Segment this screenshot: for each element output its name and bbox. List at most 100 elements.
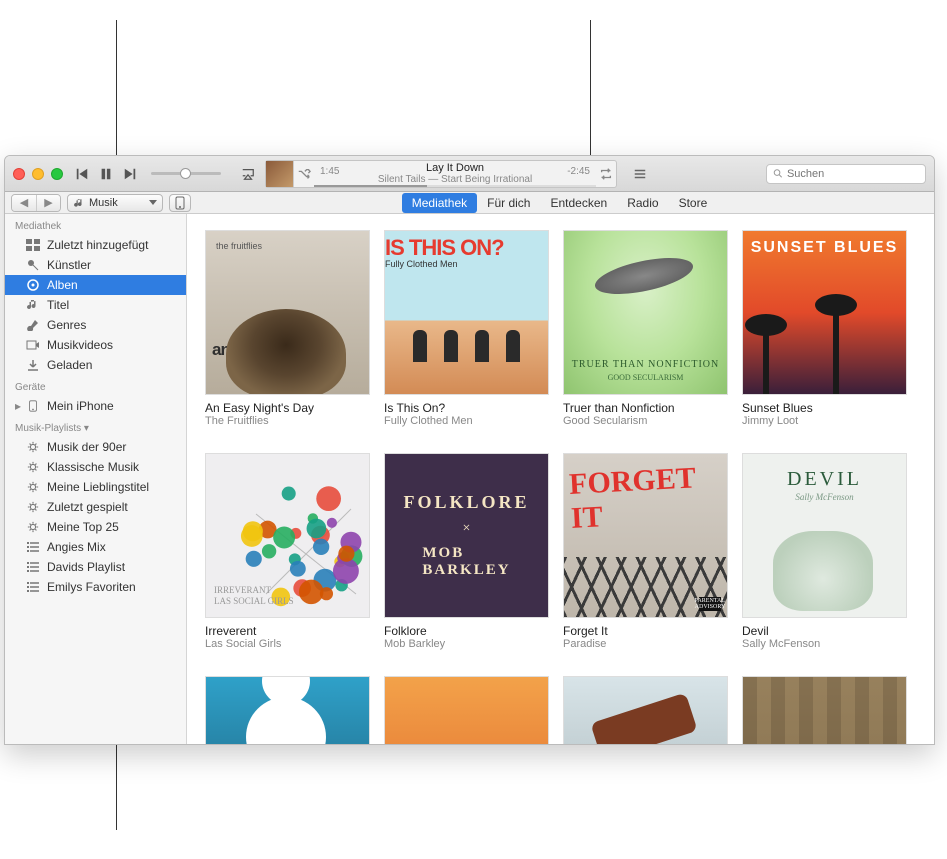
sidebar-item-musik-der-90er[interactable]: Musik der 90er xyxy=(5,437,186,457)
cover-text: the fruitflies xyxy=(216,241,262,251)
sidebar-item-label: Zuletzt hinzugefügt xyxy=(47,238,148,252)
sidebar-heading: Mediathek xyxy=(5,214,186,235)
sidebar-item-klassische-musik[interactable]: Klassische Musik xyxy=(5,457,186,477)
sidebar-item-k-nstler[interactable]: Künstler xyxy=(5,255,186,275)
album-cover[interactable]: SUNSET BLUES xyxy=(742,230,907,395)
device-button[interactable] xyxy=(169,194,191,212)
album-item[interactable] xyxy=(742,676,907,744)
album-cover[interactable]: FELT LIKE YESTERDAYscattered state xyxy=(384,676,549,744)
sidebar-item-meine-top-25[interactable]: Meine Top 25 xyxy=(5,517,186,537)
cover-text: FORGET IT xyxy=(568,460,722,536)
sidebar-item-label: Mein iPhone xyxy=(47,399,114,413)
cover-text: TRUER THAN NONFICTION xyxy=(564,359,727,370)
mic-icon xyxy=(26,259,40,271)
titlebar: 1:45 Lay It Down Silent Tails — Start Be… xyxy=(5,156,934,192)
pause-button[interactable] xyxy=(99,167,113,181)
album-cover[interactable]: TRUER THAN NONFICTIONGOOD SECULARISM xyxy=(563,230,728,395)
zoom-window-button[interactable] xyxy=(51,168,63,180)
album-item[interactable]: SUNSET BLUESSunset BluesJimmy Loot xyxy=(742,230,907,427)
airplay-icon[interactable] xyxy=(241,167,255,181)
scrubber[interactable] xyxy=(314,185,596,187)
sidebar-item-geladen[interactable]: Geladen xyxy=(5,355,186,375)
sidebar-item-angies-mix[interactable]: Angies Mix xyxy=(5,537,186,557)
cover-art xyxy=(592,251,696,301)
minimize-window-button[interactable] xyxy=(32,168,44,180)
album-cover[interactable] xyxy=(563,676,728,744)
sidebar-item-genres[interactable]: Genres xyxy=(5,315,186,335)
album-cover[interactable]: IRREVERANTLAS SOCIAL GIRLS xyxy=(205,453,370,618)
tab-entdecken[interactable]: Entdecken xyxy=(540,193,617,213)
sidebar-item-label: Musik der 90er xyxy=(47,440,126,454)
tab-für-dich[interactable]: Für dich xyxy=(477,193,540,213)
sidebar-item-label: Künstler xyxy=(47,258,91,272)
sidebar-item-davids-playlist[interactable]: Davids Playlist xyxy=(5,557,186,577)
sidebar-item-emilys-favoriten[interactable]: Emilys Favoriten xyxy=(5,577,186,597)
list-icon xyxy=(26,541,40,553)
sidebar-item-mein-iphone[interactable]: ▸ Mein iPhone xyxy=(5,396,186,416)
album-item[interactable]: FELT LIKE YESTERDAYscattered state xyxy=(384,676,549,744)
now-playing-display[interactable]: 1:45 Lay It Down Silent Tails — Start Be… xyxy=(265,160,617,188)
tab-radio[interactable]: Radio xyxy=(617,193,668,213)
sidebar-item-titel[interactable]: Titel xyxy=(5,295,186,315)
media-type-label: Musik xyxy=(89,197,118,209)
sidebar-item-label: Klassische Musik xyxy=(47,460,139,474)
album-cover[interactable]: HOLIDAY STANDARDS xyxy=(205,676,370,744)
sidebar-item-zuletzt-gespielt[interactable]: Zuletzt gespielt xyxy=(5,497,186,517)
sidebar-item-label: Meine Top 25 xyxy=(47,520,119,534)
album-item[interactable]: IS THIS ON?Fully Clothed MenIs This On?F… xyxy=(384,230,549,427)
album-cover[interactable]: DEVILSally McFenson xyxy=(742,453,907,618)
sidebar-item-zuletzt-hinzugef-gt[interactable]: Zuletzt hinzugefügt xyxy=(5,235,186,255)
album-artist: Sally McFenson xyxy=(742,638,907,650)
cover-text: × xyxy=(463,521,471,537)
volume-slider[interactable] xyxy=(151,172,221,175)
tab-mediathek[interactable]: Mediathek xyxy=(402,193,477,213)
nav-back-button[interactable]: ◀ xyxy=(12,195,36,211)
sidebar-item-musikvideos[interactable]: Musikvideos xyxy=(5,335,186,355)
queue-icon[interactable] xyxy=(633,167,647,181)
next-track-button[interactable] xyxy=(123,167,137,181)
album-item[interactable]: the fruitfliesaneasynight'sdayAn Easy Ni… xyxy=(205,230,370,427)
album-item[interactable]: FOLKLORE×MOB BARKLEYFolkloreMob Barkley xyxy=(384,453,549,650)
album-item[interactable]: FORGET ITPARENTAL ADVISORYForget ItParad… xyxy=(563,453,728,650)
now-playing-info: 1:45 Lay It Down Silent Tails — Start Be… xyxy=(314,161,596,187)
previous-track-button[interactable] xyxy=(75,167,89,181)
repeat-icon[interactable] xyxy=(596,161,616,187)
album-item[interactable]: DEVILSally McFensonDevilSally McFenson xyxy=(742,453,907,650)
gear-icon xyxy=(26,481,40,493)
now-playing-title: Lay It Down xyxy=(426,162,484,174)
album-cover[interactable]: the fruitfliesaneasynight'sday xyxy=(205,230,370,395)
album-item[interactable]: TRUER THAN NONFICTIONGOOD SECULARISMTrue… xyxy=(563,230,728,427)
sidebar-heading[interactable]: Musik-Playlists ▾ xyxy=(5,416,186,437)
search-input[interactable] xyxy=(787,168,919,180)
album-artist: Jimmy Loot xyxy=(742,415,907,427)
album-grid: the fruitfliesaneasynight'sdayAn Easy Ni… xyxy=(205,230,916,744)
shuffle-icon[interactable] xyxy=(294,161,314,187)
music-note-icon xyxy=(74,198,84,208)
album-cover[interactable]: IS THIS ON?Fully Clothed Men xyxy=(384,230,549,395)
disclosure-triangle-icon: ▸ xyxy=(15,399,19,413)
close-window-button[interactable] xyxy=(13,168,25,180)
album-cover[interactable] xyxy=(742,676,907,744)
elapsed-time: 1:45 xyxy=(320,166,339,177)
album-cover[interactable]: FORGET ITPARENTAL ADVISORY xyxy=(563,453,728,618)
sidebar-item-meine-lieblingstitel[interactable]: Meine Lieblingstitel xyxy=(5,477,186,497)
note-icon xyxy=(26,299,40,311)
sidebar-item-alben[interactable]: Alben xyxy=(5,275,186,295)
search-field[interactable] xyxy=(766,164,926,184)
nav-forward-button[interactable]: ▶ xyxy=(36,195,60,211)
album-item[interactable]: IRREVERANTLAS SOCIAL GIRLSIrreverentLas … xyxy=(205,453,370,650)
cover-text: DEVIL xyxy=(743,468,906,491)
cover-text: SUNSET BLUES xyxy=(743,239,906,257)
list-icon xyxy=(26,581,40,593)
album-item[interactable]: HOLIDAY STANDARDS xyxy=(205,676,370,744)
cover-text: FOLKLORE xyxy=(403,492,529,513)
cover-art xyxy=(226,474,349,597)
cover-text: IRREVERANTLAS SOCIAL GIRLS xyxy=(214,585,294,607)
album-artist: Mob Barkley xyxy=(384,638,549,650)
cover-art xyxy=(590,693,697,744)
album-item[interactable] xyxy=(563,676,728,744)
phone-icon xyxy=(26,400,40,412)
media-type-popup[interactable]: Musik xyxy=(67,194,163,212)
tab-store[interactable]: Store xyxy=(669,193,718,213)
album-cover[interactable]: FOLKLORE×MOB BARKLEY xyxy=(384,453,549,618)
